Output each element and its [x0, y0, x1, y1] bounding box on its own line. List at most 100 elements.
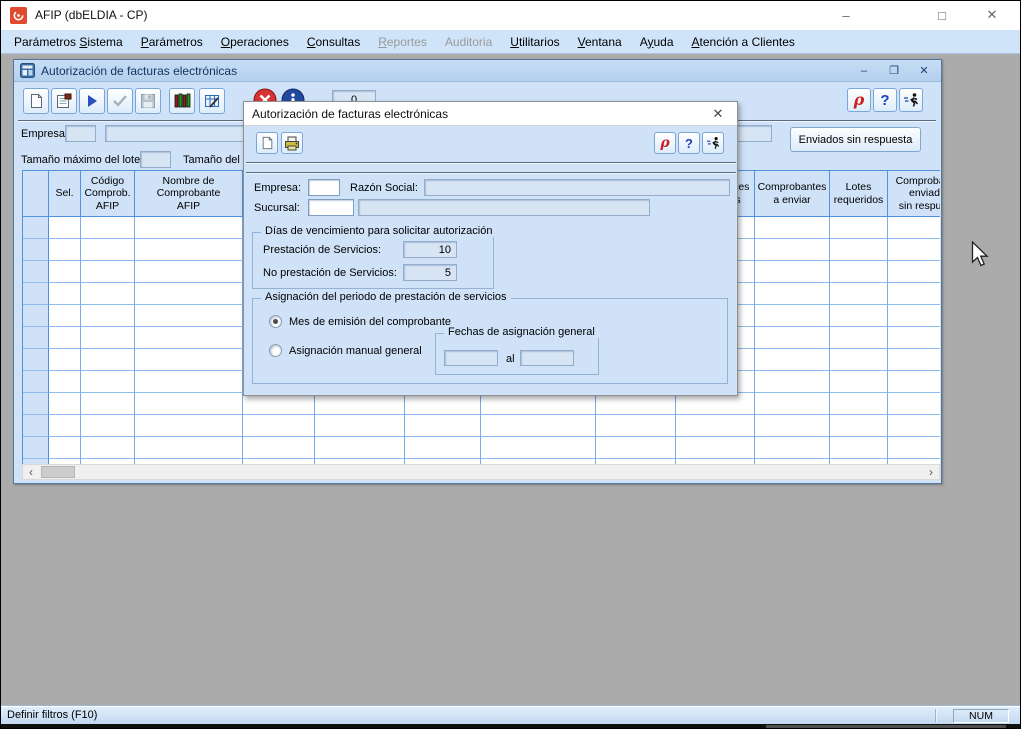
table-cell[interactable] — [49, 437, 81, 459]
dialog-filter-button[interactable]: ρ — [654, 132, 676, 154]
menu-item[interactable]: Atención a Clientes — [683, 32, 804, 52]
table-cell[interactable] — [755, 371, 830, 393]
table-cell[interactable] — [81, 327, 135, 349]
new-button[interactable] — [23, 88, 49, 114]
table-cell[interactable] — [405, 393, 481, 415]
menu-item[interactable]: Ventana — [569, 32, 631, 52]
table-cell[interactable] — [596, 437, 676, 459]
menu-item[interactable]: Utilitarios — [501, 32, 568, 52]
table-cell[interactable] — [135, 283, 243, 305]
table-cell[interactable] — [481, 393, 596, 415]
table-cell[interactable] — [888, 393, 940, 415]
row-selector[interactable] — [23, 261, 49, 283]
table-cell[interactable] — [135, 437, 243, 459]
table-cell[interactable] — [755, 437, 830, 459]
table-cell[interactable] — [755, 239, 830, 261]
column-header[interactable]: Comprobantes enviados sin respuesta — [888, 171, 940, 217]
table-cell[interactable] — [830, 305, 888, 327]
table-cell[interactable] — [755, 393, 830, 415]
table-cell[interactable] — [830, 327, 888, 349]
table-cell[interactable] — [49, 371, 81, 393]
table-cell[interactable] — [81, 349, 135, 371]
table-cell[interactable] — [888, 349, 940, 371]
table-cell[interactable] — [755, 217, 830, 239]
scroll-left-button[interactable]: ‹ — [23, 465, 39, 479]
filter-button[interactable]: ρ — [847, 88, 871, 112]
table-cell[interactable] — [405, 437, 481, 459]
table-cell[interactable] — [755, 283, 830, 305]
dialog-exit-button[interactable] — [702, 132, 724, 154]
radio-mes-emision[interactable] — [269, 315, 282, 328]
minimize-button[interactable]: – — [827, 1, 865, 29]
row-selector[interactable] — [23, 327, 49, 349]
exit-button[interactable] — [899, 88, 923, 112]
dialog-print-button[interactable] — [281, 132, 303, 154]
table-cell[interactable] — [830, 437, 888, 459]
table-cell[interactable] — [481, 437, 596, 459]
grid-edit-button[interactable] — [199, 88, 225, 114]
table-cell[interactable] — [830, 371, 888, 393]
row-selector[interactable] — [23, 283, 49, 305]
table-cell[interactable] — [315, 393, 405, 415]
properties-button[interactable] — [51, 88, 77, 114]
run-button[interactable] — [79, 88, 105, 114]
row-selector[interactable] — [23, 349, 49, 371]
table-cell[interactable] — [755, 327, 830, 349]
menu-item[interactable]: Operaciones — [212, 32, 298, 52]
menu-item[interactable]: Ayuda — [631, 32, 683, 52]
table-cell[interactable] — [81, 261, 135, 283]
child-maximize-button[interactable]: ❐ — [883, 63, 905, 79]
dialog-new-button[interactable] — [256, 132, 278, 154]
row-selector[interactable] — [23, 415, 49, 437]
tamano-lote-field[interactable] — [140, 151, 171, 168]
radio-asignacion-manual-label[interactable]: Asignación manual general — [289, 345, 422, 357]
confirm-button[interactable] — [107, 88, 133, 114]
menu-item[interactable]: Parámetros — [132, 32, 212, 52]
enviados-sin-respuesta-button[interactable]: Enviados sin respuesta — [790, 127, 921, 152]
table-cell[interactable] — [49, 217, 81, 239]
horizontal-scrollbar[interactable]: ‹ › — [22, 464, 940, 480]
table-cell[interactable] — [830, 415, 888, 437]
table-cell[interactable] — [315, 415, 405, 437]
table-cell[interactable] — [755, 261, 830, 283]
table-cell[interactable] — [676, 393, 755, 415]
scrollbar-thumb[interactable] — [41, 466, 75, 478]
table-cell[interactable] — [888, 305, 940, 327]
table-cell[interactable] — [135, 239, 243, 261]
scroll-right-button[interactable]: › — [923, 465, 939, 479]
table-cell[interactable] — [243, 393, 315, 415]
table-cell[interactable] — [135, 349, 243, 371]
table-cell[interactable] — [243, 415, 315, 437]
table-cell[interactable] — [596, 393, 676, 415]
fecha-desde-field[interactable] — [444, 350, 498, 366]
table-cell[interactable] — [135, 217, 243, 239]
table-cell[interactable] — [888, 239, 940, 261]
table-cell[interactable] — [830, 217, 888, 239]
table-cell[interactable] — [135, 415, 243, 437]
table-cell[interactable] — [755, 349, 830, 371]
dialog-empresa-input[interactable] — [308, 179, 340, 196]
menu-item[interactable]: Parámetros Sistema — [5, 32, 132, 52]
table-cell[interactable] — [135, 261, 243, 283]
table-cell[interactable] — [888, 283, 940, 305]
table-cell[interactable] — [888, 327, 940, 349]
table-cell[interactable] — [49, 261, 81, 283]
table-cell[interactable] — [888, 261, 940, 283]
table-cell[interactable] — [888, 371, 940, 393]
column-header[interactable]: Comprobantes a enviar — [755, 171, 830, 217]
table-cell[interactable] — [81, 283, 135, 305]
column-header[interactable] — [23, 171, 49, 217]
radio-asignacion-manual[interactable] — [269, 344, 282, 357]
column-header[interactable]: Nombre de Comprobante AFIP — [135, 171, 243, 217]
table-cell[interactable] — [315, 437, 405, 459]
table-cell[interactable] — [81, 239, 135, 261]
row-selector[interactable] — [23, 437, 49, 459]
child-minimize-button[interactable]: – — [853, 63, 875, 79]
table-cell[interactable] — [405, 415, 481, 437]
table-cell[interactable] — [49, 415, 81, 437]
table-cell[interactable] — [830, 393, 888, 415]
prestacion-field[interactable]: 10 — [403, 241, 457, 258]
row-selector[interactable] — [23, 217, 49, 239]
dialog-help-button[interactable]: ? — [678, 132, 700, 154]
radio-mes-emision-label[interactable]: Mes de emisión del comprobante — [289, 316, 451, 328]
